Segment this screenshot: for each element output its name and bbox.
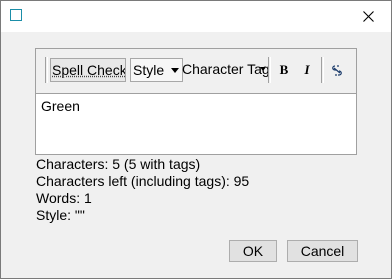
spell-check-button[interactable]: Spell Check bbox=[50, 58, 126, 82]
toolbar-grip[interactable] bbox=[45, 57, 48, 83]
close-button[interactable] bbox=[345, 1, 391, 32]
toolbar-separator bbox=[321, 57, 324, 83]
dialog-window: Spell Check Style Character Tag B I Gree… bbox=[0, 0, 392, 279]
bold-button[interactable]: B bbox=[273, 58, 295, 82]
ok-button[interactable]: OK bbox=[229, 240, 277, 262]
title-bar[interactable] bbox=[1, 1, 391, 32]
character-tags-dropdown[interactable]: Character Tag bbox=[182, 58, 268, 82]
dropdown-arrow-icon bbox=[171, 68, 179, 73]
words-count: Words: 1 bbox=[36, 190, 92, 206]
close-icon bbox=[362, 11, 374, 22]
style-dropdown[interactable]: Style bbox=[130, 58, 183, 82]
italic-button[interactable]: I bbox=[296, 58, 318, 82]
link-button[interactable] bbox=[326, 58, 348, 82]
text-editor[interactable]: Green bbox=[36, 93, 356, 154]
style-dropdown-label: Style bbox=[133, 62, 165, 78]
link-icon bbox=[332, 65, 342, 76]
style-value: Style: "" bbox=[36, 207, 85, 223]
editor-frame: Spell Check Style Character Tag B I Gree… bbox=[35, 48, 357, 155]
stats-panel: Characters: 5 (5 with tags) Characters l… bbox=[36, 156, 376, 224]
dropdown-arrow-icon bbox=[260, 67, 266, 71]
characters-count: Characters: 5 (5 with tags) bbox=[36, 156, 201, 172]
editor-text: Green bbox=[41, 98, 80, 114]
characters-left: Characters left (including tags): 95 bbox=[36, 173, 250, 189]
cancel-button[interactable]: Cancel bbox=[287, 240, 358, 262]
app-icon bbox=[10, 9, 22, 21]
character-tags-label: Character Tag bbox=[182, 61, 268, 77]
toolbar-separator bbox=[268, 57, 271, 83]
toolbar: Spell Check Style Character Tag B I bbox=[36, 49, 356, 93]
